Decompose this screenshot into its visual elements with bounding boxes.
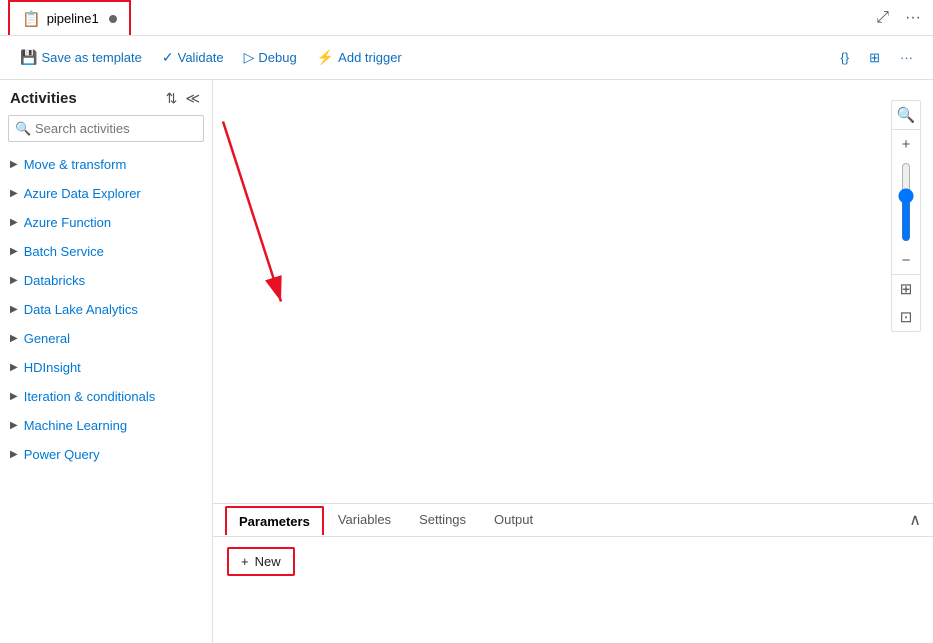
activity-label: Azure Function [24,215,111,230]
trigger-icon: ⚡ [317,49,334,66]
pipeline-icon: 📋 [22,10,41,28]
activity-item-iteration-conditionals[interactable]: ▶ Iteration & conditionals [0,382,212,411]
chevron-icon: ▶ [10,420,18,431]
unsaved-dot [109,15,117,23]
new-button-label: New [255,554,281,569]
activity-item-azure-function[interactable]: ▶ Azure Function [0,208,212,237]
toolbar-more-button[interactable]: ··· [892,46,921,69]
chevron-icon: ▶ [10,275,18,286]
activity-label: Power Query [24,447,100,462]
expand-button[interactable]: ⤢ [872,7,893,29]
chevron-icon: ▶ [10,362,18,373]
fit-all-button[interactable]: ⊞ [892,275,920,303]
pipeline-tab-title: pipeline1 [47,11,99,26]
tab-variables[interactable]: Variables [324,504,405,537]
activity-list: ▶ Move & transform ▶ Azure Data Explorer… [0,150,212,643]
sidebar-search-container: 🔍 [0,115,212,150]
filter-icon-button[interactable]: ⇅ [164,88,180,109]
sidebar-header: Activities ⇅ ≪ [0,80,212,115]
chevron-icon: ▶ [10,188,18,199]
activity-item-general[interactable]: ▶ General [0,324,212,353]
validate-button[interactable]: ✓ Validate [154,45,232,70]
activity-item-databricks[interactable]: ▶ Databricks [0,266,212,295]
tab-settings[interactable]: Settings [405,504,480,537]
activity-label: Iteration & conditionals [24,389,156,404]
toolbar: 💾 Save as template ✓ Validate ▷ Debug ⚡ … [0,36,933,80]
tab-parameters[interactable]: Parameters [225,506,324,535]
chevron-icon: ▶ [10,304,18,315]
chevron-icon: ▶ [10,217,18,228]
search-icon: 🔍 [15,121,31,137]
code-view-button[interactable]: {} [832,46,857,69]
sidebar-title: Activities [10,90,77,107]
activity-label: Azure Data Explorer [24,186,141,201]
debug-icon: ▷ [244,49,255,66]
activity-label: General [24,331,70,346]
validate-icon: ✓ [162,49,174,66]
canvas-area[interactable]: 🔍 + − ⊞ ⊡ Parameters Variables Settings … [213,80,933,643]
new-parameter-button[interactable]: + New [227,547,295,576]
activity-label: Databricks [24,273,85,288]
search-input[interactable] [8,115,204,142]
activity-item-batch-service[interactable]: ▶ Batch Service [0,237,212,266]
tab-output[interactable]: Output [480,504,547,537]
add-trigger-button[interactable]: ⚡ Add trigger [309,45,410,70]
save-template-button[interactable]: 💾 Save as template [12,45,150,70]
activity-label: HDInsight [24,360,81,375]
bottom-content: + New [213,537,933,586]
zoom-slider[interactable] [896,162,916,242]
activity-label: Move & transform [24,157,127,172]
chevron-icon: ▶ [10,449,18,460]
params-button[interactable]: ⊞ [861,46,888,70]
bottom-panel: Parameters Variables Settings Output ∧ +… [213,503,933,643]
collapse-panel-button[interactable]: ∧ [909,510,921,530]
tab-more-button[interactable]: ··· [901,7,925,29]
sidebar-header-icons: ⇅ ≪ [164,88,202,109]
chevron-icon: ▶ [10,333,18,344]
activity-item-azure-data-explorer[interactable]: ▶ Azure Data Explorer [0,179,212,208]
pipeline-tab[interactable]: 📋 pipeline1 [8,0,131,35]
activity-label: Machine Learning [24,418,127,433]
zoom-controls: 🔍 + − ⊞ ⊡ [891,100,921,332]
bottom-tabs: Parameters Variables Settings Output ∧ [213,504,933,537]
zoom-in-button[interactable]: + [892,130,920,158]
activity-item-power-query[interactable]: ▶ Power Query [0,440,212,469]
activity-label: Data Lake Analytics [24,302,138,317]
debug-button[interactable]: ▷ Debug [236,45,305,70]
activity-item-machine-learning[interactable]: ▶ Machine Learning [0,411,212,440]
tab-bar: 📋 pipeline1 ⤢ ··· [0,0,933,36]
activity-item-move-transform[interactable]: ▶ Move & transform [0,150,212,179]
save-template-icon: 💾 [20,49,37,66]
activity-item-data-lake-analytics[interactable]: ▶ Data Lake Analytics [0,295,212,324]
main-layout: Activities ⇅ ≪ 🔍 ▶ Move & transform ▶ Az… [0,80,933,643]
new-plus-icon: + [241,554,249,569]
chevron-icon: ▶ [10,391,18,402]
zoom-out-button[interactable]: − [892,246,920,274]
activities-sidebar: Activities ⇅ ≪ 🔍 ▶ Move & transform ▶ Az… [0,80,213,643]
tab-bar-actions: ⤢ ··· [872,7,925,29]
chevron-icon: ▶ [10,159,18,170]
collapse-sidebar-button[interactable]: ≪ [183,88,202,109]
chevron-icon: ▶ [10,246,18,257]
search-zoom-button[interactable]: 🔍 [892,101,920,129]
toolbar-right: {} ⊞ ··· [832,46,921,70]
fit-selected-button[interactable]: ⊡ [892,303,920,331]
activity-item-hdinsight[interactable]: ▶ HDInsight [0,353,212,382]
activity-label: Batch Service [24,244,104,259]
